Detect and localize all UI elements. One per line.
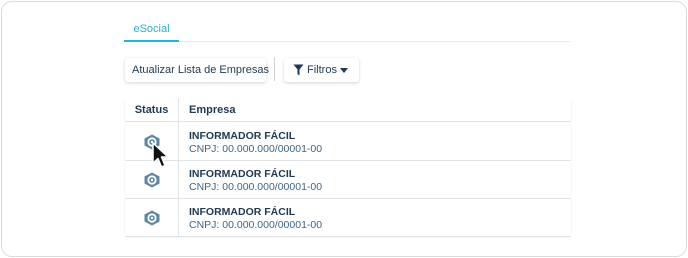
table-row[interactable]: INFORMADOR FÁCIL CNPJ: 00.000.000/00001-… [125,199,571,237]
column-divider [178,98,179,236]
column-header-status: Status [134,104,169,116]
table-row[interactable]: INFORMADOR FÁCIL CNPJ: 00.000.000/00001-… [125,123,571,161]
tab-esocial[interactable]: eSocial [124,19,179,42]
company-cnpj: CNPJ: 00.000.000/00001-00 [189,219,323,231]
window-frame: eSocial Atualizar Lista de Empresas Filt… [1,1,687,257]
filter-icon [293,64,304,76]
company-cnpj: CNPJ: 00.000.000/00001-00 [189,143,323,155]
table-header: Status Empresa [125,98,571,122]
esocial-target-icon [144,210,160,226]
companies-table: Status Empresa INFORMADOR FÁCIL CNPJ: 00… [125,98,571,237]
tab-bar: eSocial [124,19,570,42]
company-name: INFORMADOR FÁCIL [189,206,296,218]
company-cnpj: CNPJ: 00.000.000/00001-00 [189,181,323,193]
toolbar-divider [274,57,275,81]
filters-label: Filtros [307,64,337,76]
table-row[interactable]: INFORMADOR FÁCIL CNPJ: 00.000.000/00001-… [125,161,571,199]
column-header-empresa: Empresa [189,104,236,116]
company-name: INFORMADOR FÁCIL [189,130,296,142]
filters-button[interactable]: Filtros [284,58,359,82]
esocial-target-icon [144,172,160,188]
chevron-down-icon [340,68,348,73]
esocial-target-icon [144,134,160,150]
company-name: INFORMADOR FÁCIL [189,168,296,180]
refresh-companies-button[interactable]: Atualizar Lista de Empresas [125,58,269,82]
